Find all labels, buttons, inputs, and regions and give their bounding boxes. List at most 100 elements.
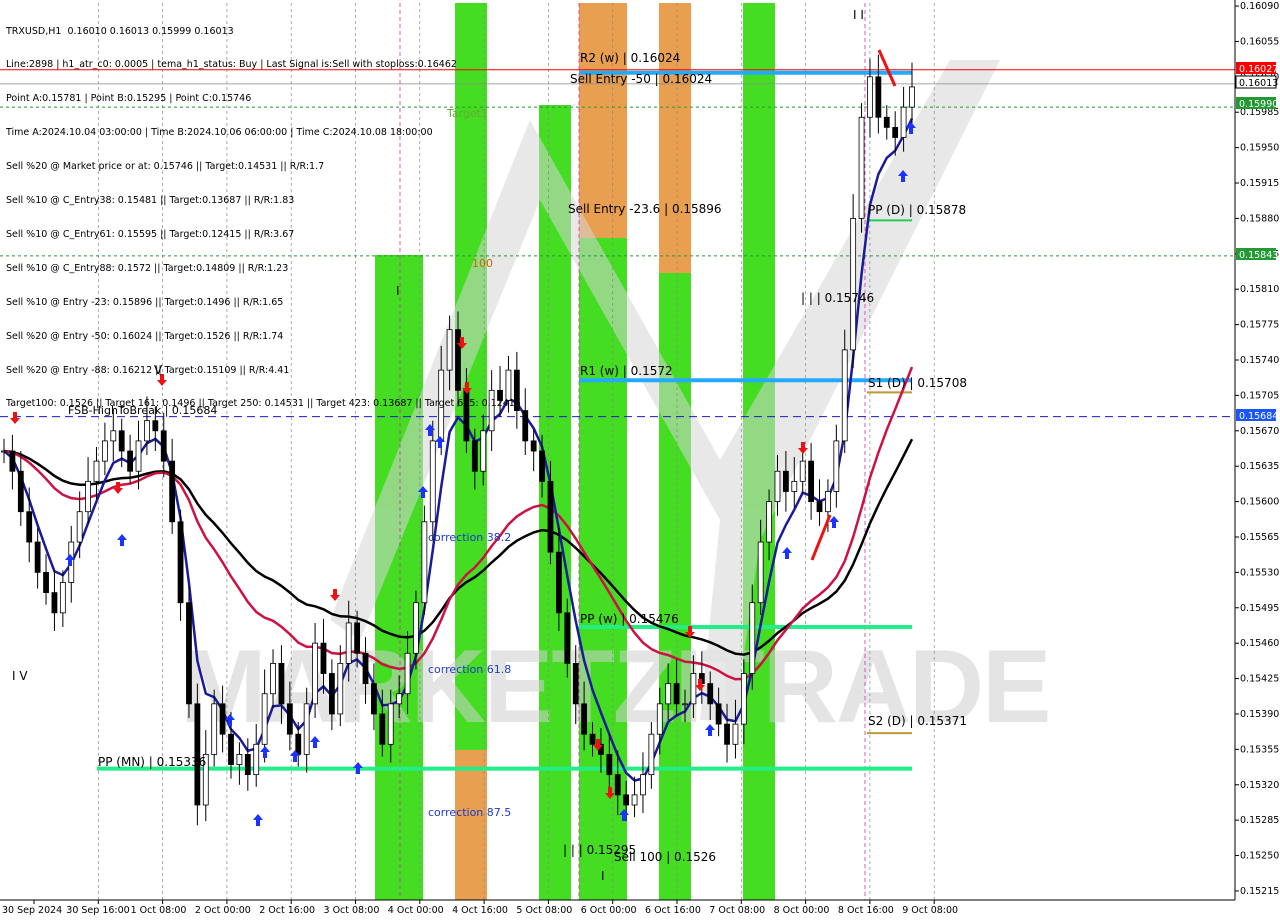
candle-body [345, 622, 352, 664]
candle-body [278, 662, 285, 705]
candle-body [118, 430, 125, 452]
price-tag-green2: 0.15843 [1239, 250, 1278, 261]
info-line: Sell %10 @ Entry -23: 0.15896 || Target:… [6, 296, 284, 308]
label-c-level: | | | 0.15746 [801, 291, 874, 305]
x-tick-label: 30 Sep 16:00 [66, 905, 129, 916]
candle-body [76, 511, 83, 543]
candle-body [219, 703, 226, 735]
label-s1d: S1 (D) | 0.15708 [868, 376, 967, 390]
candle-body [362, 652, 369, 685]
candle-body [51, 592, 58, 614]
candle-body [858, 116, 865, 219]
candle-body [833, 440, 840, 492]
label-sell-entry-23: Sell Entry -23.6 | 0.15896 [568, 202, 722, 216]
y-tick-label: 0.15285 [1240, 815, 1279, 826]
y-tick-label: 0.15390 [1240, 709, 1279, 720]
candle-body [228, 733, 234, 765]
candle-body [724, 723, 730, 745]
label-r2w: R2 (w) | 0.16024 [580, 51, 680, 65]
candle-body [732, 723, 739, 745]
candle-body [17, 470, 24, 513]
candle-body [110, 430, 117, 442]
label-r1w: R1 (w) | 0.1572 [580, 364, 673, 378]
x-tick-label: 4 Oct 00:00 [388, 905, 444, 916]
candle-body [892, 126, 899, 138]
candle-body [715, 703, 722, 725]
label-ppd: PP (D) | 0.15878 [868, 203, 966, 217]
y-tick-label: 0.15530 [1240, 567, 1279, 578]
candle-body [572, 662, 579, 705]
candle-body [522, 410, 529, 442]
candle-body [101, 440, 108, 462]
y-tick-label: 0.15670 [1240, 426, 1279, 437]
candle-body [547, 480, 554, 553]
price-tag-red: 0.16027 [1239, 64, 1278, 75]
label-s2d: S2 (D) | 0.15371 [868, 714, 967, 728]
label-correction-87: correction 87.5 [428, 806, 511, 819]
candle-body [799, 460, 806, 482]
candle-body [211, 703, 218, 755]
candle-body [631, 794, 638, 806]
info-line: Sell %20 @ Entry -50: 0.16024 || Target:… [6, 330, 284, 342]
candle-body [404, 652, 411, 695]
candle-body [312, 642, 318, 705]
candle-body [665, 683, 672, 705]
y-tick-label: 0.15215 [1240, 886, 1279, 897]
candle-body [144, 420, 150, 442]
x-tick-label: 5 Oct 08:00 [516, 905, 572, 916]
candle-body [682, 703, 688, 706]
price-tag-black: 0.16013 [1239, 78, 1278, 89]
candle-body [707, 683, 714, 705]
x-tick-label: 30 Sep 2024 [2, 905, 62, 916]
info-line: Target100: 0.1526 || Target 161: 0.1496 … [6, 398, 521, 410]
x-tick-label: 8 Oct 00:00 [774, 905, 830, 916]
candle-body [9, 450, 16, 472]
info-line: Sell %10 @ C_Entry88: 0.1572 || Target:0… [6, 262, 289, 274]
candle-body [471, 440, 478, 472]
info-line: Line:2898 | h1_atr_c0: 0.0005 | tema_h1_… [6, 59, 457, 71]
label-sell100: Sell 100 | 0.1526 [614, 850, 716, 864]
price-tag-green1: 0.15990 [1239, 99, 1278, 110]
x-tick-label: 6 Oct 00:00 [581, 905, 637, 916]
y-tick-label: 0.15810 [1240, 284, 1279, 295]
candle-body [774, 470, 781, 502]
y-tick-label: 0.15740 [1240, 355, 1279, 366]
label-ppmn: PP (MN) | 0.15336 [98, 755, 206, 769]
x-tick-label: 2 Oct 16:00 [259, 905, 315, 916]
info-line: Time A:2024.10.04 03:00:00 | Time B:2024… [6, 127, 433, 139]
x-tick-label: 8 Oct 16:00 [838, 905, 894, 916]
y-tick-label: 0.15775 [1240, 320, 1279, 331]
candle-body [900, 106, 907, 138]
candle-body [371, 683, 377, 715]
label-ppw: PP (w) | 0.15476 [580, 612, 679, 626]
candle-body [480, 430, 487, 472]
candle-body [648, 733, 655, 776]
candle-body [766, 501, 772, 543]
candle-body [421, 521, 428, 604]
info-line: Sell %20 @ Market price or at: 0.15746 |… [6, 161, 325, 173]
candle-body [530, 440, 537, 452]
candle-body [1, 450, 7, 453]
candle-body [152, 420, 159, 432]
y-tick-label: 0.15915 [1240, 178, 1279, 189]
candle-body [320, 642, 327, 674]
candle-body [606, 754, 613, 776]
info-panel: TRXUSD,H1 0.16010 0.16013 0.15999 0.1601… [6, 3, 521, 421]
label-wave-top: I I [853, 8, 864, 22]
candle-body [93, 460, 100, 482]
zone-orange [659, 3, 691, 273]
candle-body [850, 218, 857, 351]
candle-body [749, 602, 756, 674]
label-correction-38: correction 38.2 [428, 531, 511, 544]
x-tick-label: 9 Oct 08:00 [902, 905, 958, 916]
candle-body [127, 450, 134, 472]
candle-body [757, 541, 764, 604]
y-tick-label: 0.15320 [1240, 780, 1279, 791]
candle-body [539, 450, 545, 482]
info-line: TRXUSD,H1 0.16010 0.16013 0.15999 0.1601… [6, 25, 234, 37]
candle-body [43, 571, 49, 594]
candle-body [640, 774, 646, 796]
candle-body [34, 541, 41, 573]
candle-body [909, 86, 915, 108]
candle-body [354, 622, 361, 654]
